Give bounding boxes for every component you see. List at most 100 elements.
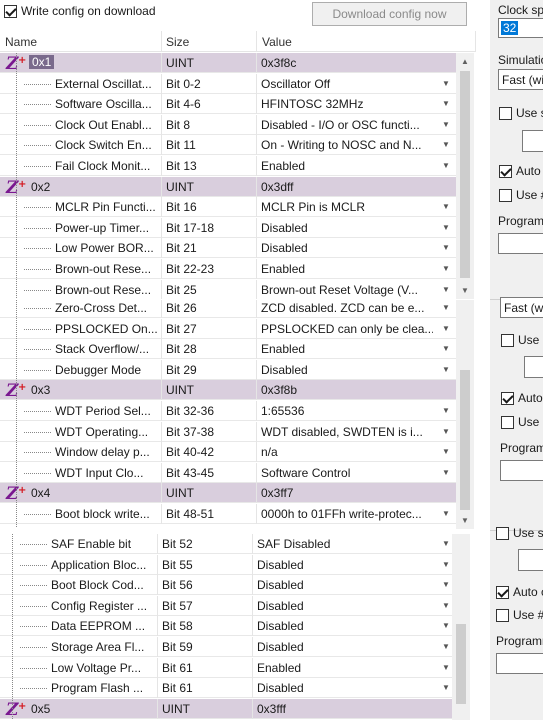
chevron-down-icon[interactable]: ▼ — [436, 319, 456, 338]
setting-value[interactable]: Oscillator Off — [261, 77, 433, 91]
config-item-row[interactable]: Low Voltage Pr... ▼ Bit 61 Enabled — [0, 658, 456, 678]
chevron-down-icon[interactable]: ▼ — [436, 280, 456, 299]
setting-value[interactable]: Disabled — [257, 681, 433, 695]
config-group-row[interactable]: Z +0x3 UINT 0x3f8b — [0, 380, 456, 401]
config-item-row[interactable]: Debugger Mode ▼ Bit 29 Disabled — [0, 360, 456, 380]
chevron-down-icon[interactable]: ▼ — [436, 360, 456, 379]
config-item-row[interactable]: Config Register ... ▼ Bit 57 Disabled — [0, 596, 456, 616]
config-item-row[interactable]: WDT Input Clo... ▼ Bit 43-45 Software Contr… — [0, 463, 456, 483]
scrollbar-1[interactable]: ▲ ▼ — [456, 53, 474, 299]
config-item-row[interactable]: Low Power BOR... ▼ Bit 21 Disabled — [0, 238, 456, 258]
config-item-row[interactable]: Zero-Cross Det... ▼ Bit 26 ZCD disabled. ZC… — [0, 300, 456, 318]
config-group-row[interactable]: Z +0x1 UINT 0x3f8c — [0, 53, 456, 74]
config-item-row[interactable]: External Oscillat... ▼ Bit 0-2 Oscillator O… — [0, 74, 456, 94]
chevron-down-icon[interactable]: ▼ — [436, 156, 456, 175]
simulation-select-2[interactable]: Fast (wi — [500, 297, 543, 318]
setting-value[interactable]: Disabled — [257, 640, 433, 654]
setting-value[interactable]: Enabled — [261, 342, 433, 356]
scroll-up-icon[interactable]: ▲ — [456, 53, 474, 70]
scrollbar-thumb[interactable] — [456, 624, 466, 704]
config-item-row[interactable]: Storage Area Fl... ▼ Bit 59 Disabled — [0, 637, 456, 657]
download-config-button[interactable]: Download config now — [312, 2, 467, 26]
config-item-row[interactable]: WDT Period Sel... ▼ Bit 32-36 1:65536 — [0, 401, 456, 421]
config-item-row[interactable]: Application Bloc... ▼ Bit 55 Disabled — [0, 555, 456, 575]
config-item-row[interactable]: WDT Operating... ▼ Bit 37-38 WDT disabled, … — [0, 422, 456, 442]
use-hash-checkbox-3[interactable] — [496, 609, 509, 622]
use-s-checkbox-2[interactable] — [501, 334, 514, 347]
scroll-down-icon[interactable]: ▼ — [456, 282, 474, 299]
config-item-row[interactable]: Boot Block Cod... ▼ Bit 56 Disabled — [0, 575, 456, 595]
chevron-down-icon[interactable]: ▼ — [436, 94, 456, 113]
use-hash-checkbox-1[interactable] — [499, 189, 512, 202]
config-item-row[interactable]: Clock Switch En... ▼ Bit 11 On - Writing to… — [0, 135, 456, 155]
chevron-down-icon[interactable]: ▼ — [436, 339, 456, 358]
setting-value[interactable]: MCLR Pin is MCLR — [261, 200, 433, 214]
setting-value[interactable]: Enabled — [261, 262, 433, 276]
use-s-checkbox-3[interactable] — [496, 527, 509, 540]
use-a-checkbox-2[interactable] — [501, 416, 514, 429]
use-s-checkbox-1[interactable] — [499, 107, 512, 120]
setting-value[interactable]: Disabled — [257, 619, 433, 633]
scrollbar-3[interactable] — [452, 534, 470, 720]
setting-value[interactable]: Software Control — [261, 466, 433, 480]
auto-checkbox-3[interactable] — [496, 586, 509, 599]
chevron-down-icon[interactable]: ▼ — [436, 135, 456, 154]
config-item-row[interactable]: Brown-out Rese... ▼ Bit 22-23 Enabled — [0, 259, 456, 279]
config-item-row[interactable]: Boot block write... ▼ Bit 48-51 0000h to 01… — [0, 504, 456, 524]
setting-value[interactable]: Enabled — [257, 661, 433, 675]
setting-value[interactable]: 0000h to 01FFh write-protec... — [261, 507, 433, 521]
config-item-row[interactable]: Power-up Timer... ▼ Bit 17-18 Disabled — [0, 218, 456, 238]
chevron-down-icon[interactable]: ▼ — [436, 504, 456, 523]
chevron-down-icon[interactable]: ▼ — [436, 422, 456, 441]
setting-value[interactable]: HFINTOSC 32MHz — [261, 97, 433, 111]
config-item-row[interactable]: Software Oscilla... ▼ Bit 4-6 HFINTOSC 32MH… — [0, 94, 456, 114]
chevron-down-icon[interactable]: ▼ — [436, 115, 456, 134]
chevron-down-icon[interactable]: ▼ — [436, 300, 456, 317]
simulation-select[interactable]: Fast (wit — [498, 69, 543, 90]
config-item-row[interactable]: Fail Clock Monit... ▼ Bit 13 Enabled — [0, 156, 456, 176]
column-size-header[interactable]: Size — [166, 35, 189, 49]
setting-value[interactable]: ZCD disabled. ZCD can be e... — [261, 301, 433, 315]
chevron-down-icon[interactable]: ▼ — [436, 442, 456, 461]
setting-value[interactable]: Enabled — [261, 159, 433, 173]
program-field-1[interactable] — [498, 233, 543, 254]
config-item-row[interactable]: Data EEPROM ... ▼ Bit 58 Disabled — [0, 616, 456, 636]
setting-value[interactable]: Disabled - I/O or OSC functi... — [261, 118, 433, 132]
setting-value[interactable]: PPSLOCKED can only be clea... — [261, 322, 433, 336]
setting-value[interactable]: 1:65536 — [261, 404, 433, 418]
setting-value[interactable]: Disabled — [257, 578, 433, 592]
config-item-row[interactable]: SAF Enable bit ▼ Bit 52 SAF Disabled — [0, 534, 456, 554]
use-s-field-1[interactable] — [522, 130, 543, 152]
config-group-row[interactable]: Z +0x4 UINT 0x3ff7 — [0, 483, 456, 504]
config-group-row[interactable]: Z +0x2 UINT 0x3dff — [0, 177, 456, 198]
program-field-2[interactable] — [500, 460, 543, 481]
chevron-down-icon[interactable]: ▼ — [436, 197, 456, 216]
config-item-row[interactable]: Stack Overflow/... ▼ Bit 28 Enabled — [0, 339, 456, 359]
config-item-row[interactable]: Brown-out Rese... ▼ Bit 25 Brown-out Reset … — [0, 280, 456, 299]
auto-checkbox-1[interactable] — [499, 165, 512, 178]
chevron-down-icon[interactable]: ▼ — [436, 218, 456, 237]
setting-value[interactable]: Disabled — [257, 558, 433, 572]
chevron-down-icon[interactable]: ▼ — [436, 259, 456, 278]
column-value-header[interactable]: Value — [262, 35, 292, 49]
setting-value[interactable]: n/a — [261, 445, 433, 459]
setting-value[interactable]: Disabled — [261, 241, 433, 255]
setting-value[interactable]: Disabled — [261, 221, 433, 235]
scroll-down-icon[interactable]: ▼ — [456, 512, 474, 529]
chevron-down-icon[interactable]: ▼ — [436, 401, 456, 420]
config-item-row[interactable]: MCLR Pin Functi... ▼ Bit 16 MCLR Pin is MCL… — [0, 197, 456, 217]
use-s-field-2[interactable] — [524, 356, 543, 378]
config-item-row[interactable]: Clock Out Enabl... ▼ Bit 8 Disabled - I/O o… — [0, 115, 456, 135]
auto-checkbox-2[interactable] — [501, 392, 514, 405]
chevron-down-icon[interactable]: ▼ — [436, 463, 456, 482]
program-field-3[interactable] — [496, 653, 543, 674]
write-config-checkbox[interactable] — [4, 5, 17, 18]
config-item-row[interactable]: PPSLOCKED On... ▼ Bit 27 PPSLOCKED can only… — [0, 319, 456, 339]
config-group-row[interactable]: Z + 0x5 UINT 0x3fff — [0, 699, 456, 720]
setting-value[interactable]: WDT disabled, SWDTEN is i... — [261, 425, 433, 439]
setting-value[interactable]: On - Writing to NOSC and N... — [261, 138, 433, 152]
use-s-field-3[interactable] — [518, 549, 543, 571]
setting-value[interactable]: Brown-out Reset Voltage (V... — [261, 283, 433, 297]
scrollbar-thumb[interactable] — [460, 370, 470, 510]
chevron-down-icon[interactable]: ▼ — [436, 74, 456, 93]
